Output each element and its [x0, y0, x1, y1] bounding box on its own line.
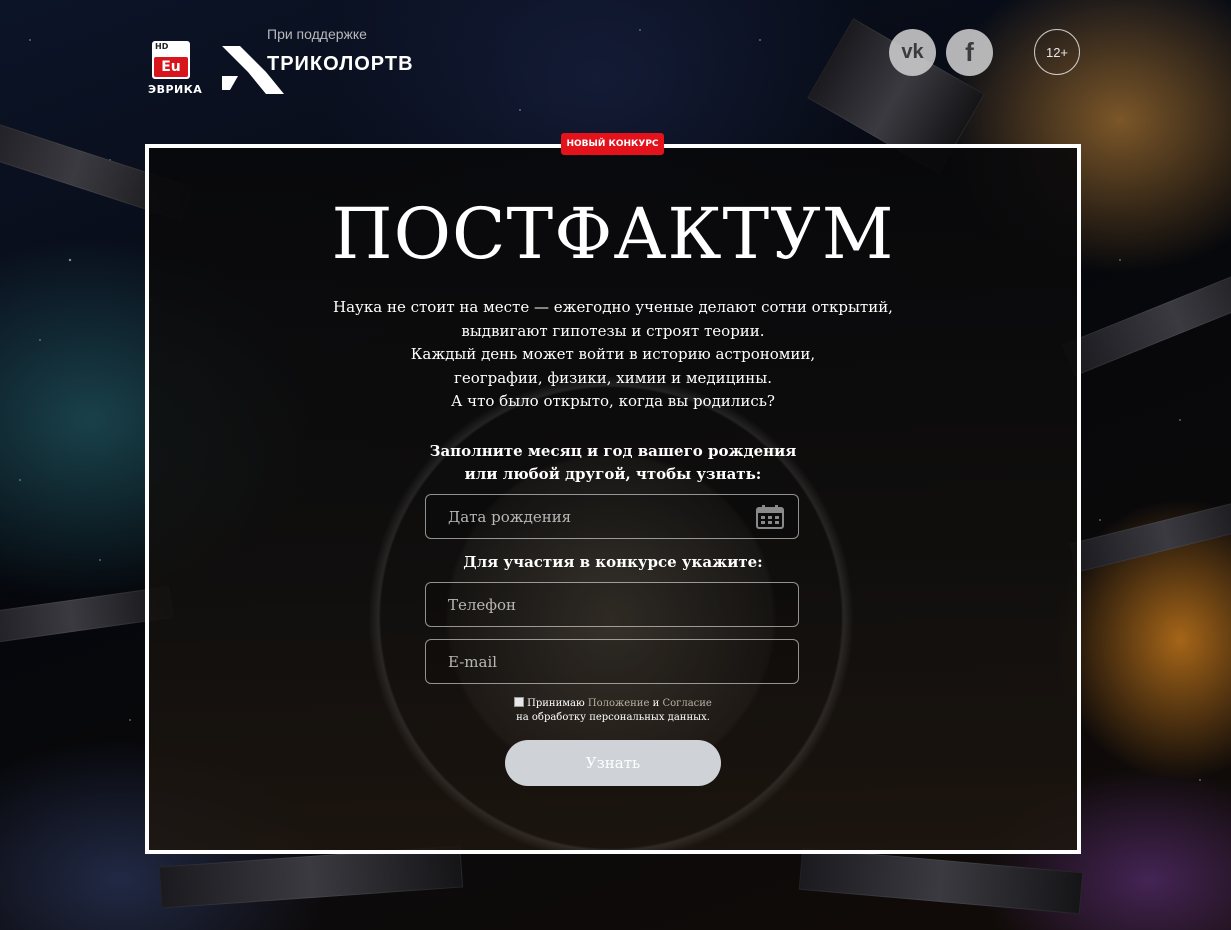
page-title: ПОСТФАКТУМ [331, 193, 895, 275]
sponsor-brand: ТРИКОЛОРТВ [267, 53, 414, 75]
consent-block: Принимаю Положение и Согласие на обработ… [145, 697, 1081, 725]
contest-prompt: Для участия в конкурсе укажите: [463, 553, 763, 571]
channel-logo[interactable]: HD Eu ЭВРИКА [148, 41, 203, 96]
birth-date-input[interactable] [426, 495, 798, 538]
phone-field[interactable] [425, 582, 799, 627]
date-prompt-line: или любой другой, чтобы узнать: [464, 465, 762, 483]
channel-logo-mark: HD Eu [152, 41, 190, 79]
new-contest-badge: НОВЫЙ КОНКУРС [561, 133, 664, 155]
vk-button[interactable]: vk [889, 29, 936, 76]
consent-accept-text: Принимаю [527, 698, 585, 709]
description-line: Каждый день может войти в историю астрон… [410, 345, 816, 364]
birth-date-field[interactable] [425, 494, 799, 539]
submit-button[interactable]: Узнать [505, 740, 721, 786]
description: Наука не стоит на месте — ежегодно учены… [145, 296, 1081, 414]
regulations-link[interactable]: Положение [588, 698, 649, 709]
facebook-icon: f [965, 37, 974, 67]
email-field[interactable] [425, 639, 799, 684]
eu-label: Eu [154, 57, 188, 77]
description-line: Наука не стоит на месте — ежегодно учены… [333, 298, 893, 316]
description-line: А что было открыто, когда вы родились? [451, 392, 775, 411]
consent-and-text: и [652, 698, 660, 709]
description-line: выдвигают гипотезы и строят теории. [461, 321, 765, 340]
sponsor-caption: При поддержке [267, 26, 367, 42]
consent-line-2: на обработку персональных данных. [516, 712, 710, 723]
consent-checkbox[interactable] [514, 697, 525, 707]
date-prompt-line: Заполните месяц и год вашего рождения [429, 442, 797, 460]
email-input[interactable] [426, 640, 798, 683]
agreement-link[interactable]: Согласие [662, 698, 711, 709]
description-line: географии, физики, химии и медицины. [453, 368, 773, 387]
hd-label: HD [155, 42, 169, 51]
vk-icon: vk [901, 41, 924, 63]
age-rating-badge: 12+ [1034, 29, 1080, 75]
calendar-icon[interactable] [756, 505, 784, 529]
channel-name: ЭВРИКА [148, 83, 203, 96]
date-prompt: Заполните месяц и год вашего рождения ил… [145, 440, 1081, 486]
facebook-button[interactable]: f [946, 29, 993, 76]
phone-input[interactable] [426, 583, 798, 626]
